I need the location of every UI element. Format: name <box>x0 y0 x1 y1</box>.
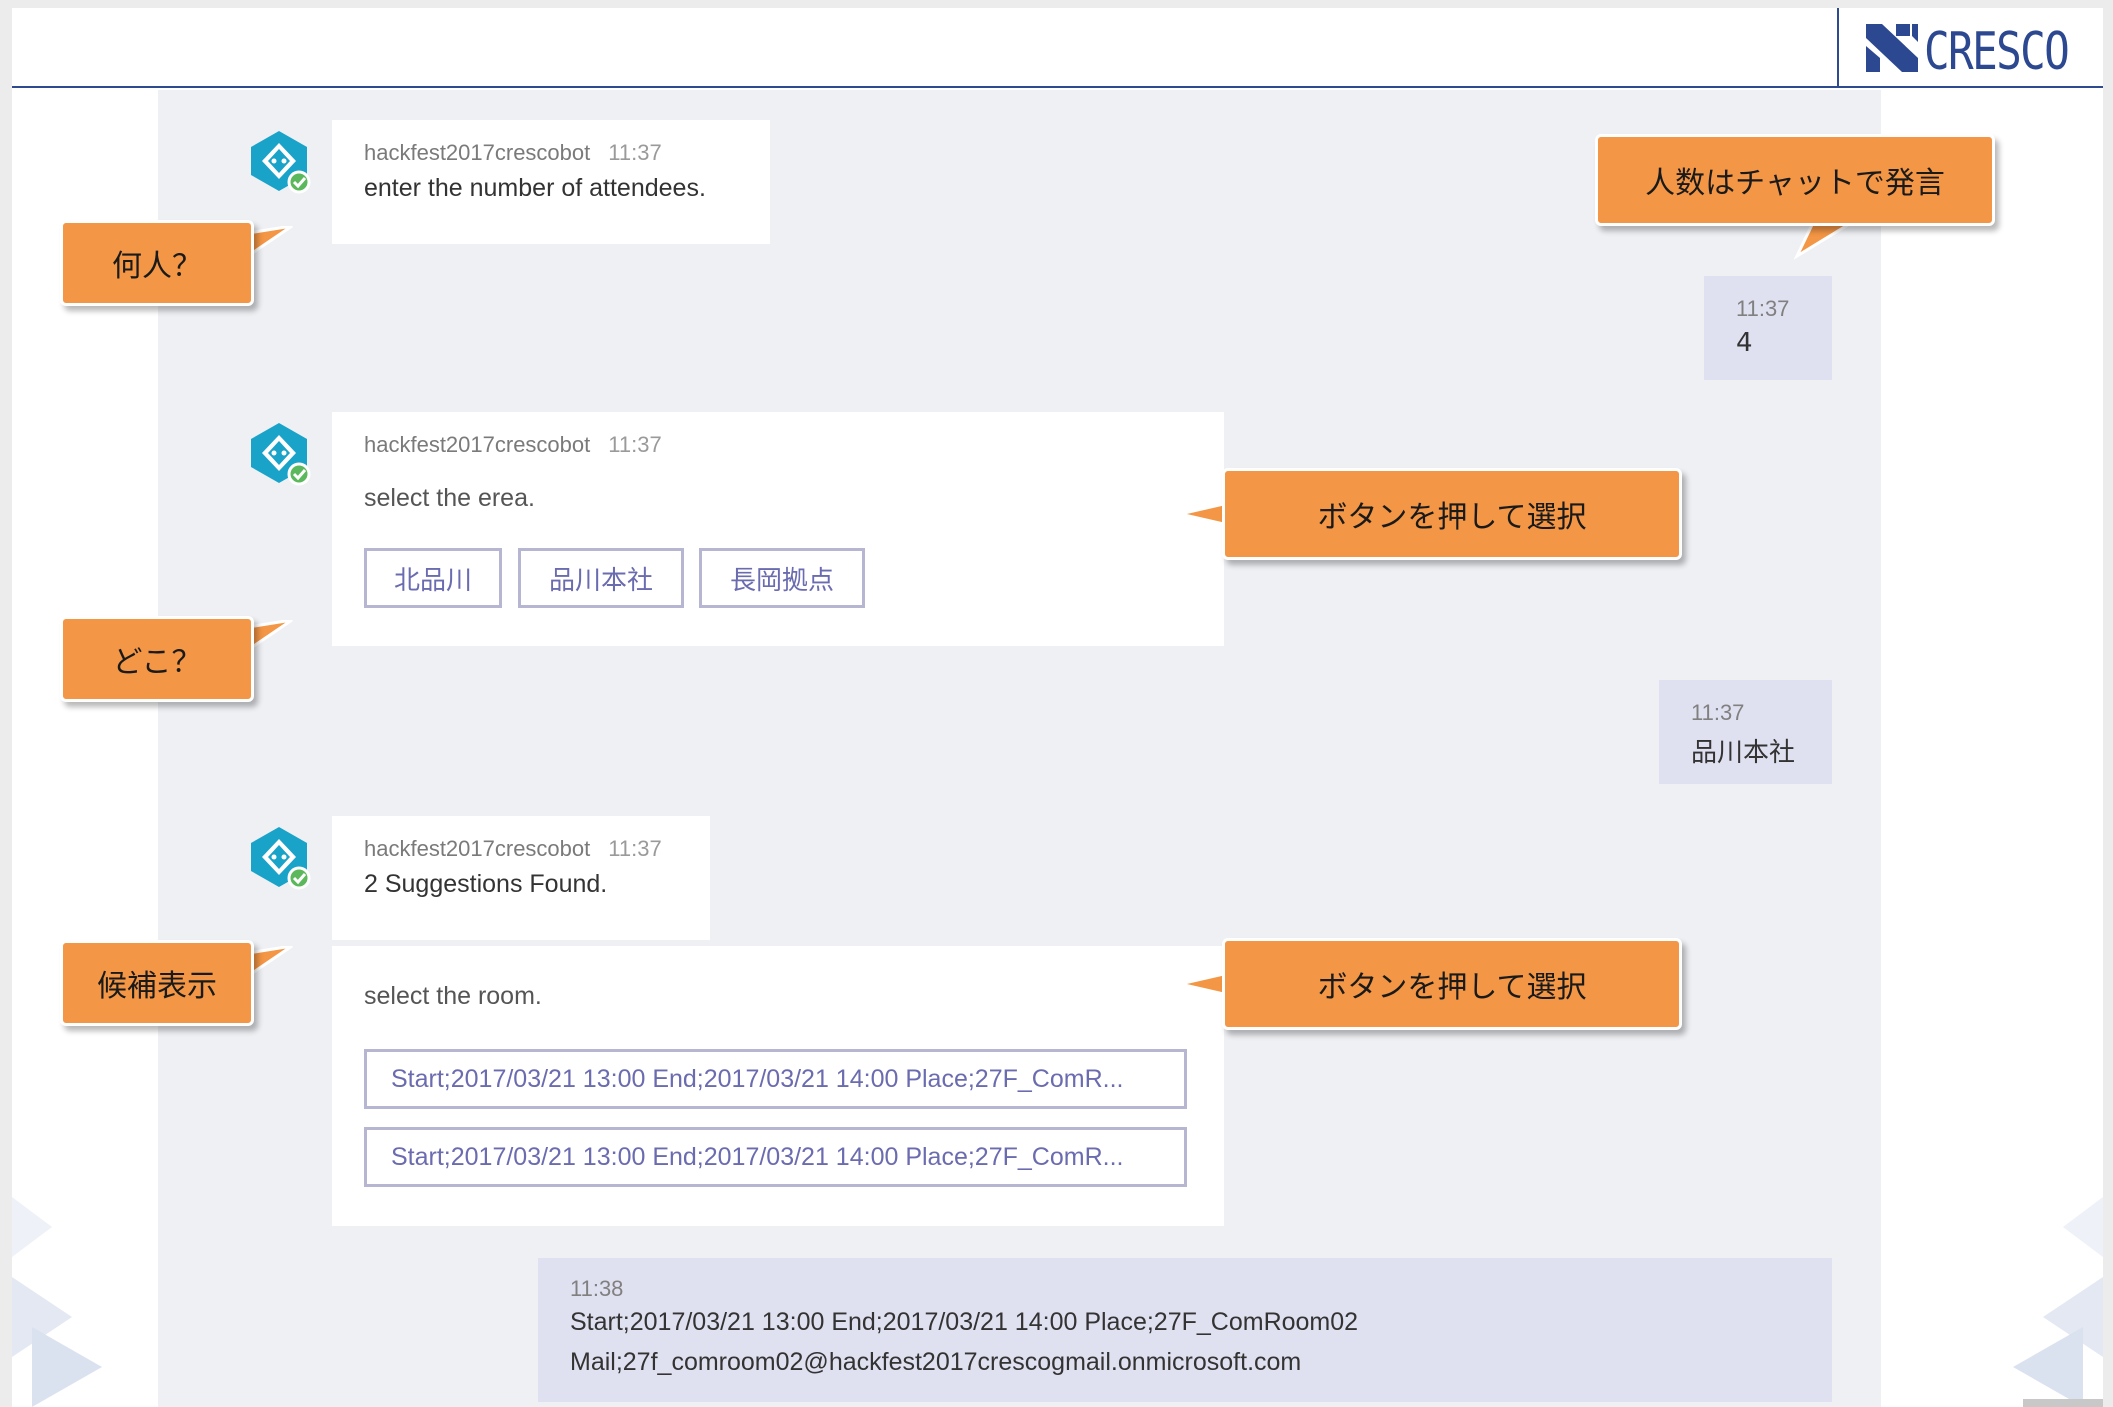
bot-message-card: hackfest2017crescobot 11:37 2 Suggestions… <box>332 816 710 940</box>
message-meta: hackfest2017crescobot 11:37 <box>364 140 662 166</box>
cresco-logo-mark-icon <box>1866 24 1918 72</box>
callout-press-button: ボタンを押して選択 <box>1222 468 1682 560</box>
message-text: 4 <box>1736 328 1753 358</box>
room-select-card: select the room. Start;2017/03/21 13:00 … <box>332 946 1224 1226</box>
area-button-nagaoka[interactable]: 長岡拠点 <box>699 548 865 608</box>
room-option-button[interactable]: Start;2017/03/21 13:00 End;2017/03/21 14… <box>364 1127 1187 1187</box>
bot-message-card: hackfest2017crescobot 11:37 select the er… <box>332 412 1224 646</box>
message-text-line1: Start;2017/03/21 13:00 End;2017/03/21 14… <box>570 1308 1359 1336</box>
user-message: 11:37 品川本社 <box>1659 680 1832 784</box>
message-time: 11:37 <box>1691 700 1745 725</box>
decorative-pattern <box>2013 1197 2103 1407</box>
bot-avatar-icon <box>251 131 311 194</box>
message-meta: hackfest2017crescobot 11:37 <box>364 432 662 458</box>
area-button-shinagawa-hq[interactable]: 品川本社 <box>518 548 684 608</box>
sender-name: hackfest2017crescobot <box>364 432 591 457</box>
message-time: 11:37 <box>608 432 662 457</box>
message-text-line2: Mail;27f_comroom02@hackfest2017crescogma… <box>570 1348 1302 1376</box>
sender-name: hackfest2017crescobot <box>364 140 591 165</box>
room-select-text: select the room. <box>364 982 542 1010</box>
cresco-logo: CRESCO <box>1837 8 2103 86</box>
user-message: 11:38 Start;2017/03/21 13:00 End;2017/03… <box>538 1258 1832 1402</box>
bot-avatar-icon <box>251 423 311 486</box>
room-option-button[interactable]: Start;2017/03/21 13:00 End;2017/03/21 14… <box>364 1049 1187 1109</box>
message-time: 11:38 <box>570 1276 624 1301</box>
logo-text: CRESCO <box>1924 22 2070 82</box>
bot-message-card: hackfest2017crescobot 11:37 enter the num… <box>332 120 770 244</box>
decorative-pattern <box>12 1197 102 1407</box>
message-text: 2 Suggestions Found. <box>364 870 608 898</box>
sender-name: hackfest2017crescobot <box>364 836 591 861</box>
header-divider <box>12 86 2103 88</box>
callout-press-button: ボタンを押して選択 <box>1222 938 1682 1030</box>
slide: CRESCO hackfest2017crescobot 11:37 enter … <box>12 8 2103 1407</box>
message-meta: hackfest2017crescobot 11:37 <box>364 836 662 862</box>
callout-how-many: 何人？ <box>60 220 254 306</box>
chat-area[interactable]: hackfest2017crescobot 11:37 enter the num… <box>158 90 1881 1407</box>
message-text: 品川本社 <box>1691 738 1796 768</box>
scrollbar-corner <box>2023 1399 2103 1407</box>
message-text: enter the number of attendees. <box>364 174 706 202</box>
callout-speak-in-chat: 人数はチャットで発言 <box>1595 134 1995 226</box>
callout-where: どこ？ <box>60 616 254 702</box>
bot-avatar-icon <box>251 827 311 890</box>
area-button-kitashinagawa[interactable]: 北品川 <box>364 548 502 608</box>
message-time: 11:37 <box>608 836 662 861</box>
message-time: 11:37 <box>608 140 662 165</box>
callout-show-candidates: 候補表示 <box>60 940 254 1026</box>
message-time: 11:37 <box>1736 296 1790 321</box>
user-message: 11:37 4 <box>1704 276 1832 380</box>
message-text: select the erea. <box>364 484 535 512</box>
